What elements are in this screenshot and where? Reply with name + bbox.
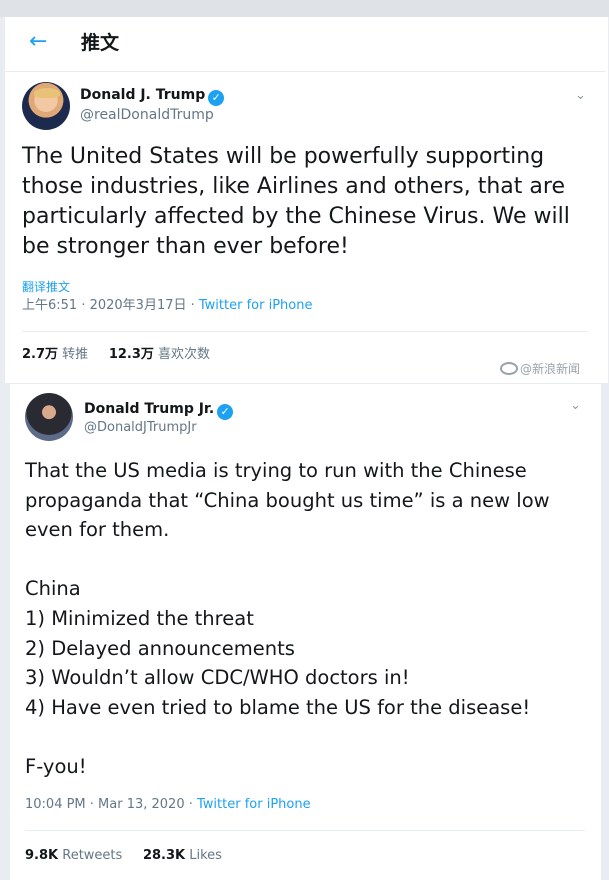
user-handle[interactable]: @realDonaldTrump xyxy=(80,106,214,124)
chevron-down-icon[interactable]: ⌄ xyxy=(575,88,586,103)
retweets-stat[interactable]: 9.8K Retweets xyxy=(25,848,122,863)
weibo-logo-icon xyxy=(500,362,518,375)
tweet-stats: 9.8K Retweets 28.3K Likes xyxy=(25,847,222,865)
tweet-line: 3) Wouldn’t allow CDC/WHO doctors in! xyxy=(25,666,410,690)
page-title: 推文 xyxy=(81,32,120,54)
tweet-text: The United States will be powerfully sup… xyxy=(22,144,570,259)
display-name[interactable]: Donald Trump Jr. ✓ xyxy=(84,400,234,420)
tweet-line: That the US media is trying to run with … xyxy=(25,459,550,542)
back-arrow-icon[interactable]: ← xyxy=(29,31,47,53)
window-top-strip xyxy=(0,0,609,17)
tweet-line: 4) Have even tried to blame the US for t… xyxy=(25,695,531,719)
verified-badge-icon: ✓ xyxy=(208,90,225,106)
tweet-text: That the US media is trying to run with … xyxy=(25,456,585,782)
tweet-source-link[interactable]: Twitter for iPhone xyxy=(197,797,311,812)
tweet-line: China xyxy=(25,577,81,601)
divider xyxy=(22,331,588,332)
user-handle[interactable]: @DonaldJTrumpJr xyxy=(84,420,197,436)
tweet-line: F-you! xyxy=(25,754,87,778)
tweet-meta: 10:04 PM · Mar 13, 2020 · Twitter for iP… xyxy=(25,796,311,814)
display-name-text: Donald J. Trump xyxy=(80,87,206,103)
tweet-line: 1) Minimized the threat xyxy=(25,606,254,630)
avatar[interactable] xyxy=(22,82,70,130)
display-name-text: Donald Trump Jr. xyxy=(84,401,215,417)
tweet-line xyxy=(25,545,585,575)
tweet-time: 10:04 PM · Mar 13, 2020 · xyxy=(25,797,197,812)
tweet-time: 上午6:51 · 2020年3月17日 · xyxy=(22,298,199,313)
tweet-line: 2) Delayed announcements xyxy=(25,636,295,660)
chevron-down-icon[interactable]: ⌄ xyxy=(570,398,581,413)
translate-tweet-link[interactable]: 翻译推文 xyxy=(22,280,70,294)
likes-stat[interactable]: 12.3万 喜欢次数 xyxy=(109,347,210,362)
tweet-header: ← 推文 xyxy=(5,17,605,72)
tweet-stats: 2.7万 转推 12.3万 喜欢次数 xyxy=(22,346,210,364)
display-name[interactable]: Donald J. Trump ✓ xyxy=(80,86,225,106)
tweet-meta: 上午6:51 · 2020年3月17日 · Twitter for iPhone xyxy=(22,297,312,315)
tweet-line xyxy=(25,722,585,752)
tweet-source-link[interactable]: Twitter for iPhone xyxy=(199,298,313,313)
retweets-stat[interactable]: 2.7万 转推 xyxy=(22,347,88,362)
verified-badge-icon: ✓ xyxy=(217,404,234,420)
watermark: @新浪新闻 xyxy=(500,361,580,377)
divider xyxy=(25,830,585,831)
avatar[interactable] xyxy=(25,393,73,441)
likes-stat[interactable]: 28.3K Likes xyxy=(143,848,222,863)
